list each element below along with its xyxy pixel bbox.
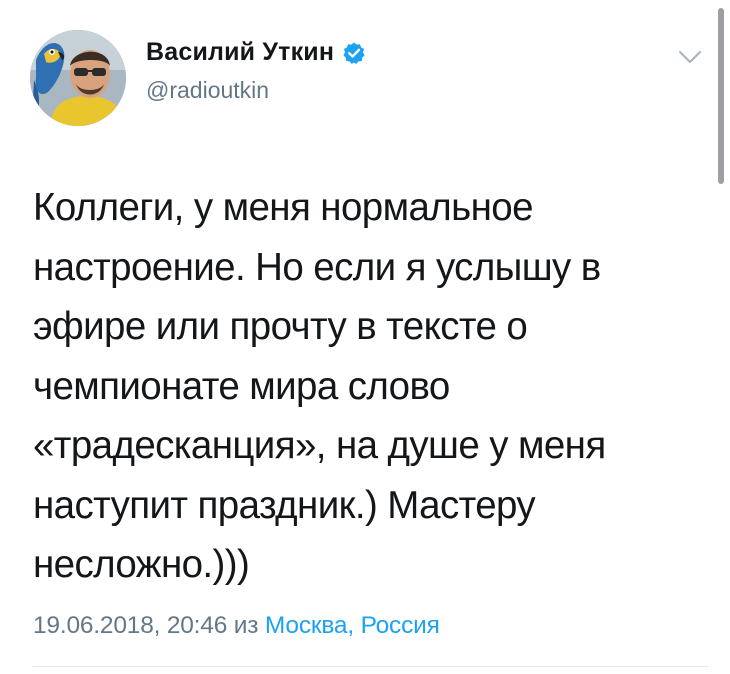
scrollbar[interactable] [718, 8, 724, 184]
user-handle[interactable]: @radioutkin [146, 77, 269, 104]
tweet-line: несложно.))) [33, 543, 250, 586]
tweet-timestamp[interactable]: 19.06.2018, 20:46 [33, 612, 227, 639]
verified-badge-icon [342, 41, 366, 65]
from-word: из [233, 612, 259, 639]
tweet-line: Коллеги, у меня нормальное [33, 186, 533, 229]
tweet-line: настроение. Но если я услышу в [33, 245, 601, 289]
avatar-image [30, 30, 126, 126]
display-name-text: Василий Уткин [146, 38, 335, 66]
avatar[interactable] [30, 30, 126, 126]
tweet-line: «традесканция», на душе у меня [33, 424, 606, 467]
tweet-line: эфире или прочту в тексте о [33, 305, 528, 348]
tweet-text: Коллеги, у меня нормальное настроение. Н… [33, 178, 683, 595]
tweet-location-link[interactable]: Москва, Россия [265, 612, 440, 639]
tweet-meta: 19.06.2018, 20:46 из Москва, Россия [33, 612, 440, 640]
chevron-down-icon[interactable] [675, 46, 705, 68]
tweet-line: чемпионате мира слово [33, 364, 450, 408]
display-name[interactable]: Василий Уткин [146, 38, 366, 67]
divider [33, 666, 708, 667]
tweet-line: наступит праздник.) Мастеру [33, 483, 536, 527]
